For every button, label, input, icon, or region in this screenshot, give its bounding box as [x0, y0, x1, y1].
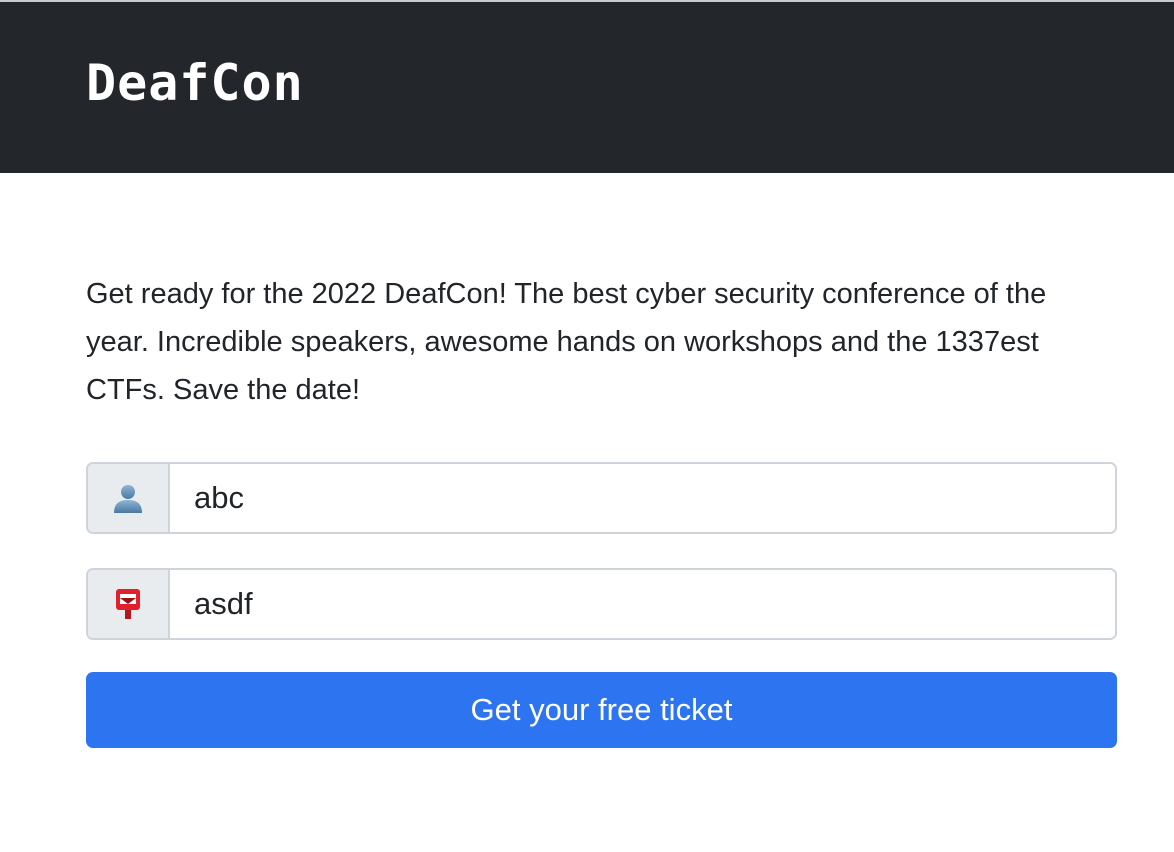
email-input[interactable]	[170, 570, 1115, 638]
navbar: DeafCon	[0, 2, 1174, 173]
name-input-group	[86, 462, 1117, 534]
get-ticket-button[interactable]: Get your free ticket	[86, 672, 1117, 748]
email-input-group	[86, 568, 1117, 640]
name-input[interactable]	[170, 464, 1115, 532]
main-content: Get ready for the 2022 DeafCon! The best…	[86, 270, 1117, 748]
person-silhouette-icon	[88, 464, 170, 532]
brand-logo[interactable]: DeafCon	[86, 58, 304, 108]
postbox-icon	[88, 570, 170, 638]
intro-text: Get ready for the 2022 DeafCon! The best…	[86, 278, 1047, 406]
